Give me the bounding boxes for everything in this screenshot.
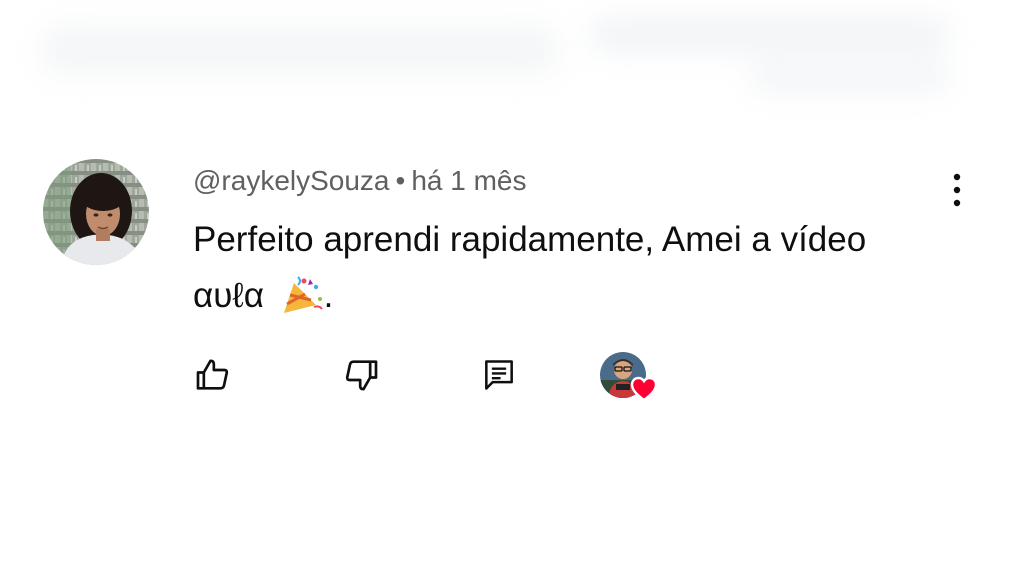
comment-header: @raykelySouza • há 1 mês bbox=[193, 163, 527, 199]
separator-dot: • bbox=[395, 165, 406, 196]
reply-button[interactable] bbox=[476, 352, 522, 398]
comment-thread: @raykelySouza • há 1 mês Perfeito aprendi … bbox=[0, 0, 1024, 576]
like-button[interactable] bbox=[190, 352, 236, 398]
dislike-button[interactable] bbox=[338, 352, 384, 398]
creator-heart-badge bbox=[600, 352, 662, 402]
comment-icon bbox=[485, 360, 513, 390]
more-options-button[interactable] bbox=[940, 170, 974, 210]
comment-username[interactable]: @raykelySouza bbox=[193, 165, 390, 196]
comment-stylized-word: αυℓα bbox=[193, 276, 264, 315]
thumb-down-icon bbox=[345, 360, 378, 391]
thumb-up-icon bbox=[196, 359, 229, 390]
more-vert-icon bbox=[953, 173, 961, 207]
party-popper-emoji bbox=[280, 275, 324, 332]
comment-text-period: . bbox=[323, 276, 334, 315]
comment-timestamp: há 1 mês bbox=[411, 165, 527, 196]
comment-text-line-1: Perfeito aprendi rapidamente, Amei a víd… bbox=[193, 220, 867, 259]
comment-text-line-2: αυℓα . bbox=[193, 268, 933, 332]
commenter-avatar[interactable] bbox=[43, 159, 149, 265]
heart-icon bbox=[630, 376, 658, 402]
comment-text: Perfeito aprendi rapidamente, Amei a víd… bbox=[193, 212, 933, 332]
